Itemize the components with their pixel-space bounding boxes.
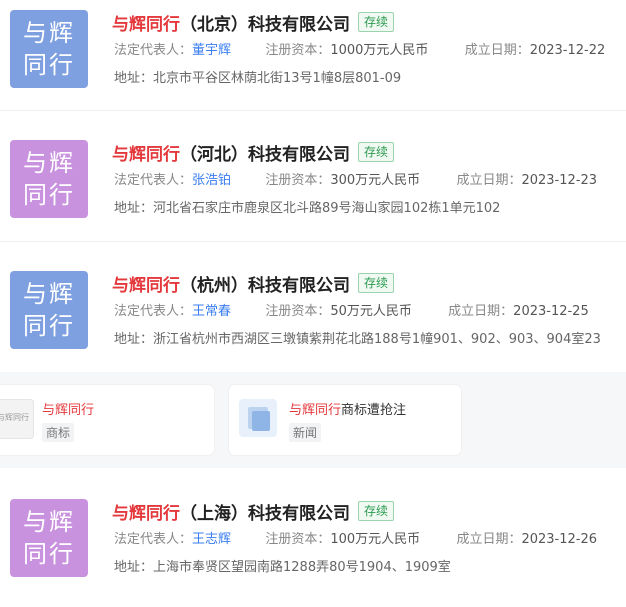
news-title[interactable]: 与辉同行商标遭抢注 xyxy=(289,399,406,418)
logo-line-1: 与辉 xyxy=(23,280,75,308)
address-value: 浙江省杭州市西湖区三墩镇紫荆花北路188号1幢901、902、903、904室2… xyxy=(153,332,601,347)
company-name-rest: （上海）科技有限公司 xyxy=(180,503,350,524)
rep-label: 法定代表人： xyxy=(114,532,193,547)
logo-line-2: 同行 xyxy=(23,312,75,340)
company-card[interactable]: 与辉 同行 与辉同行（上海）科技有限公司 存续 法定代表人：王志辉 注册资本：1… xyxy=(0,489,626,607)
company-name-rest: （北京）科技有限公司 xyxy=(180,14,350,35)
company-name-highlight: 与辉同行 xyxy=(112,275,180,296)
date-value: 2023-12-26 xyxy=(521,532,598,547)
status-badge: 存续 xyxy=(358,273,395,293)
company-logo: 与辉 同行 xyxy=(10,271,88,349)
news-card[interactable]: 与辉同行商标遭抢注 新闻 xyxy=(229,385,461,455)
news-title-highlight: 与辉同行 xyxy=(289,403,342,418)
address-label: 地址： xyxy=(114,201,154,216)
company-card[interactable]: 与辉 同行 与辉同行（河北）科技有限公司 存续 法定代表人：张浩铂 注册资本：3… xyxy=(0,130,626,248)
news-tag: 新闻 xyxy=(289,423,322,442)
date-label: 成立日期： xyxy=(456,173,522,188)
address-value: 上海市奉贤区望园南路1288弄80号1904、1909室 xyxy=(153,560,451,575)
company-name[interactable]: 与辉同行（河北）科技有限公司 xyxy=(112,140,350,165)
company-card[interactable]: 与辉 同行 与辉同行（北京）科技有限公司 存续 法定代表人：董宇辉 注册资本：1… xyxy=(0,0,626,118)
company-logo: 与辉 同行 xyxy=(10,140,88,218)
date-value: 2023-12-25 xyxy=(513,304,589,319)
company-name-highlight: 与辉同行 xyxy=(112,503,180,524)
date-label: 成立日期： xyxy=(464,43,530,58)
logo-line-2: 同行 xyxy=(23,181,75,209)
date-value: 2023-12-22 xyxy=(529,43,606,58)
capital-value: 1000万元人民币 xyxy=(330,43,429,58)
company-name-highlight: 与辉同行 xyxy=(112,14,180,35)
company-logo: 与辉 同行 xyxy=(10,499,88,577)
news-card[interactable]: 与辉同行 与辉同行 商标 xyxy=(0,385,214,455)
trademark-thumbnail: 与辉同行 xyxy=(0,399,34,439)
date-label: 成立日期： xyxy=(456,532,522,547)
capital-value: 100万元人民币 xyxy=(330,532,421,547)
address-value: 北京市平谷区林荫北街13号1幢8层801-09 xyxy=(153,71,402,86)
capital-label: 注册资本： xyxy=(265,304,331,319)
capital-value: 300万元人民币 xyxy=(330,173,421,188)
company-name-highlight: 与辉同行 xyxy=(112,144,180,165)
company-name[interactable]: 与辉同行（北京）科技有限公司 xyxy=(112,10,350,35)
date-value: 2023-12-23 xyxy=(521,173,598,188)
logo-line-2: 同行 xyxy=(23,51,75,79)
address-label: 地址： xyxy=(114,560,154,575)
capital-label: 注册资本： xyxy=(265,532,331,547)
status-badge: 存续 xyxy=(358,12,395,32)
capital-value: 50万元人民币 xyxy=(330,304,412,319)
logo-line-1: 与辉 xyxy=(23,19,75,47)
address-value: 河北省石家庄市鹿泉区北斗路89号海山家园102栋1单元102 xyxy=(153,201,501,216)
divider xyxy=(0,110,626,111)
company-logo: 与辉 同行 xyxy=(10,10,88,88)
news-title-rest: 商标遭抢注 xyxy=(341,403,407,418)
address-label: 地址： xyxy=(114,71,154,86)
capital-label: 注册资本： xyxy=(265,43,331,58)
address-label: 地址： xyxy=(114,332,154,347)
company-name[interactable]: 与辉同行（上海）科技有限公司 xyxy=(112,499,350,524)
divider xyxy=(0,241,626,242)
status-badge: 存续 xyxy=(358,142,395,162)
news-title-highlight: 与辉同行 xyxy=(42,403,95,418)
legal-rep-link[interactable]: 王志辉 xyxy=(192,532,231,547)
company-name[interactable]: 与辉同行（杭州）科技有限公司 xyxy=(112,271,350,296)
legal-rep-link[interactable]: 张浩铂 xyxy=(192,173,231,188)
rep-label: 法定代表人： xyxy=(114,173,193,188)
legal-rep-link[interactable]: 王常春 xyxy=(192,304,231,319)
company-card[interactable]: 与辉 同行 与辉同行（杭州）科技有限公司 存续 法定代表人：王常春 注册资本：5… xyxy=(0,261,626,379)
rep-label: 法定代表人： xyxy=(114,304,193,319)
rep-label: 法定代表人： xyxy=(114,43,193,58)
status-badge: 存续 xyxy=(358,501,395,521)
legal-rep-link[interactable]: 董宇辉 xyxy=(192,43,231,58)
news-title[interactable]: 与辉同行 xyxy=(42,399,94,418)
date-label: 成立日期： xyxy=(448,304,514,319)
document-icon xyxy=(239,399,277,437)
trademark-thumb-text: 与辉同行 xyxy=(0,413,29,422)
news-tag: 商标 xyxy=(42,423,75,442)
logo-line-1: 与辉 xyxy=(23,508,75,536)
company-name-rest: （杭州）科技有限公司 xyxy=(180,275,350,296)
capital-label: 注册资本： xyxy=(265,173,331,188)
company-name-rest: （河北）科技有限公司 xyxy=(180,144,350,165)
logo-line-1: 与辉 xyxy=(23,149,75,177)
logo-line-2: 同行 xyxy=(23,540,75,568)
